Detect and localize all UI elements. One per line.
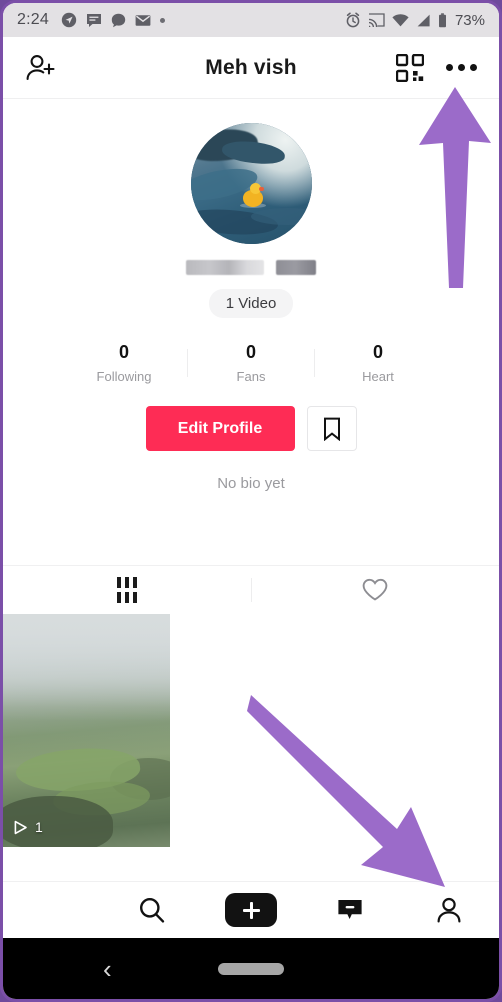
stat-following[interactable]: 0 Following: [61, 342, 187, 384]
duck-shape: [242, 182, 264, 207]
status-bar-time: 2:24: [17, 11, 49, 28]
play-icon: [14, 820, 27, 834]
inbox-message-icon: [338, 900, 362, 919]
navigation-icon: [61, 12, 77, 28]
create-button[interactable]: [220, 893, 282, 927]
nav-home[interactable]: [3, 882, 102, 938]
stat-heart-label: Heart: [362, 369, 394, 384]
status-bar: 2:24 73%: [3, 3, 499, 37]
nav-create[interactable]: [201, 882, 300, 938]
battery-icon: [438, 12, 446, 27]
nav-discover[interactable]: [102, 882, 201, 938]
username-redacted: [3, 260, 499, 275]
tab-posts[interactable]: [3, 566, 251, 613]
video-count-pill[interactable]: 1 Video: [208, 289, 294, 318]
battery-percent-label: 73%: [454, 11, 485, 29]
profile-tabs: [3, 565, 499, 613]
stat-fans[interactable]: 0 Fans: [188, 342, 314, 384]
stat-following-label: Following: [96, 369, 152, 384]
wifi-icon: [392, 13, 409, 26]
plus-icon: [242, 901, 260, 919]
person-icon: [437, 897, 461, 923]
android-home-pill[interactable]: [218, 962, 284, 975]
avatar[interactable]: [190, 123, 312, 244]
video-thumbnail[interactable]: 1: [3, 614, 170, 847]
profile-actions: Edit Profile: [3, 406, 499, 451]
heart-icon: [362, 578, 388, 601]
add-person-icon[interactable]: [25, 53, 57, 83]
edit-profile-button[interactable]: Edit Profile: [145, 406, 295, 451]
stat-fans-count: 0: [245, 342, 256, 362]
bookmark-button[interactable]: [306, 406, 357, 451]
phone-screen: 2:24 73% Meh vish 1 Video 0 Following 0 …: [0, 0, 502, 1002]
three-dots-icon[interactable]: [446, 64, 477, 71]
profile-bio: No bio yet: [217, 475, 285, 492]
video-play-count: 1: [13, 819, 43, 835]
stat-following-count: 0: [118, 342, 129, 362]
alarm-icon: [346, 12, 360, 28]
grid-icon: [116, 576, 137, 603]
android-nav-bar: ‹: [3, 938, 499, 999]
status-bar-system-icons: 73%: [345, 12, 485, 29]
nav-inbox[interactable]: [301, 882, 400, 938]
video-grid: 1: [3, 614, 499, 847]
app-header: Meh vish: [3, 37, 499, 99]
cast-icon: [368, 13, 385, 27]
chat-bubble-icon: [111, 13, 126, 27]
stat-heart[interactable]: 0 Heart: [315, 342, 441, 384]
tab-liked[interactable]: [252, 566, 500, 613]
profile-section: 1 Video 0 Following 0 Fans 0 Heart Edit …: [3, 99, 499, 492]
bookmark-icon: [323, 417, 340, 441]
android-back-button[interactable]: ‹: [103, 956, 112, 982]
mail-icon: [135, 14, 151, 26]
cell-signal-icon: [417, 14, 430, 26]
stat-heart-count: 0: [372, 342, 383, 362]
stat-fans-label: Fans: [236, 369, 266, 384]
nav-profile[interactable]: [400, 882, 499, 938]
sms-icon: [86, 13, 101, 27]
bottom-navigation: [3, 881, 499, 938]
search-icon: [139, 897, 164, 923]
play-count-label: 1: [35, 819, 43, 835]
status-bar-notification-icons: [61, 12, 165, 28]
profile-stats: 0 Following 0 Fans 0 Heart: [3, 342, 499, 384]
qr-code-icon[interactable]: [396, 53, 424, 82]
more-notification-dot: [159, 17, 165, 23]
